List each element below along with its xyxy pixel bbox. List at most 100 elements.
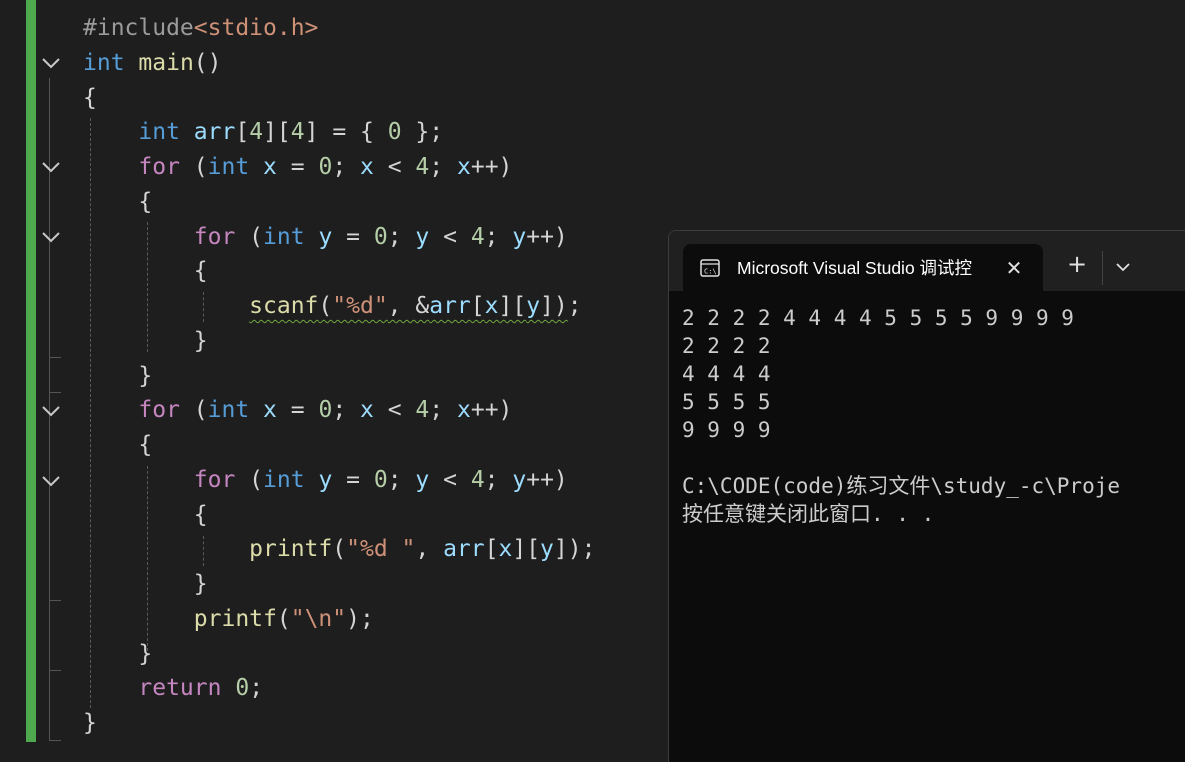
code-token: int <box>138 119 180 146</box>
code-token: printf <box>249 536 333 563</box>
new-tab-button[interactable]: + <box>1063 251 1091 279</box>
code-line[interactable]: { <box>83 428 152 463</box>
code-token: } <box>83 710 97 736</box>
code-token: 4 <box>470 466 485 493</box>
code-token: = <box>276 154 319 180</box>
code-token: arr <box>193 119 236 146</box>
code-line[interactable]: } <box>83 567 208 602</box>
fold-chevron-icon[interactable] <box>40 226 62 248</box>
code-token: }; <box>401 119 444 146</box>
terminal-output-line: 2 2 2 2 <box>682 334 771 358</box>
code-line[interactable]: for (int x = 0; x < 4; x++) <box>83 393 512 428</box>
terminal-output-line: 9 9 9 9 <box>682 418 771 442</box>
code-token: y <box>512 466 527 493</box>
code-token: ++) <box>526 466 568 493</box>
fold-end-for-y2 <box>49 600 61 601</box>
code-line[interactable]: printf("%d ", arr[x][y]); <box>83 532 595 567</box>
terminal-output-line: C:\CODE(code)练习文件\study_-c\Proje <box>682 474 1121 498</box>
code-token: ( <box>332 536 347 563</box>
terminal-tab-strip: C:\ Microsoft Visual Studio 调试控 ✕ + <box>669 231 1185 291</box>
code-token: int <box>263 466 305 493</box>
terminal-window[interactable]: C:\ Microsoft Visual Studio 调试控 ✕ + 2 2 … <box>668 230 1185 762</box>
code-token: 4 <box>415 397 430 424</box>
code-line[interactable]: { <box>83 254 208 289</box>
code-token: y <box>526 293 541 319</box>
code-line[interactable]: int arr[4][4] = { 0 }; <box>83 115 443 150</box>
code-token: y <box>512 223 527 250</box>
fold-chevron-icon[interactable] <box>40 470 62 492</box>
code-token: [ <box>470 293 485 319</box>
code-line[interactable]: } <box>83 637 152 672</box>
fold-end-for-x2 <box>49 670 61 671</box>
code-token: int <box>207 154 250 180</box>
code-token: { <box>83 501 208 528</box>
code-token: { <box>83 258 208 285</box>
change-indicator-bar <box>26 0 36 742</box>
code-token: main <box>138 49 194 76</box>
terminal-tab[interactable]: C:\ Microsoft Visual Studio 调试控 ✕ <box>683 244 1043 291</box>
code-token: ]); <box>553 536 596 563</box>
code-token: ++) <box>470 154 513 180</box>
code-token: ; <box>484 466 513 493</box>
fold-chevron-icon[interactable] <box>40 52 62 74</box>
svg-text:C:\: C:\ <box>704 268 717 276</box>
code-token: } <box>83 571 208 597</box>
code-line[interactable]: for (int y = 0; y < 4; y++) <box>83 463 568 498</box>
code-token: } <box>83 362 153 389</box>
code-token: scanf <box>249 293 319 319</box>
code-line[interactable]: } <box>83 359 152 394</box>
code-token: = <box>276 397 319 424</box>
code-token: 0 <box>235 675 250 702</box>
code-line[interactable]: { <box>83 81 97 116</box>
code-line[interactable]: scanf("%d", &arr[x][y]); <box>83 289 581 324</box>
code-token: <stdio.h> <box>193 15 319 41</box>
code-token: printf <box>193 605 277 632</box>
code-token: < <box>373 397 416 424</box>
code-token: ; <box>429 154 457 180</box>
code-token: ][ <box>512 536 541 563</box>
code-token: "\n" <box>290 605 347 632</box>
code-line[interactable]: for (int y = 0; y < 4; y++) <box>83 220 568 255</box>
code-token: 0 <box>373 466 388 493</box>
code-token: ; <box>484 223 513 250</box>
code-token: = <box>332 223 374 250</box>
code-token: x <box>484 293 499 319</box>
code-line[interactable]: } <box>83 706 97 741</box>
code-line[interactable]: } <box>83 324 208 359</box>
code-token: < <box>373 154 416 180</box>
fold-chevron-icon[interactable] <box>40 156 62 178</box>
code-token: x <box>498 536 513 563</box>
fold-chevron-icon[interactable] <box>40 400 62 422</box>
code-token: ( <box>179 154 208 180</box>
code-token: } <box>83 327 208 354</box>
code-line[interactable]: for (int x = 0; x < 4; x++) <box>83 150 512 185</box>
code-token: = <box>332 466 374 493</box>
code-token: for <box>193 223 236 250</box>
code-line[interactable]: { <box>83 498 208 533</box>
code-token: < <box>429 466 471 493</box>
terminal-tab-title: Microsoft Visual Studio 调试控 <box>737 258 973 278</box>
code-line[interactable]: printf("\n"); <box>83 602 374 637</box>
code-token: ++) <box>526 223 568 250</box>
code-line[interactable]: return 0; <box>83 671 263 706</box>
code-token: int <box>207 397 250 424</box>
code-token: ; <box>429 397 457 424</box>
tab-separator <box>1102 251 1103 285</box>
code-token: , & <box>387 293 430 319</box>
chevron-down-icon[interactable] <box>1111 255 1135 279</box>
code-line[interactable]: int main() <box>83 46 222 81</box>
code-token: 0 <box>387 119 402 146</box>
code-token: for <box>193 466 236 493</box>
code-line[interactable]: #include<stdio.h> <box>83 11 318 46</box>
code-token: x <box>456 154 471 180</box>
close-tab-button[interactable]: ✕ <box>1002 256 1026 280</box>
code-line[interactable]: { <box>83 185 152 220</box>
code-token: x <box>263 397 277 424</box>
